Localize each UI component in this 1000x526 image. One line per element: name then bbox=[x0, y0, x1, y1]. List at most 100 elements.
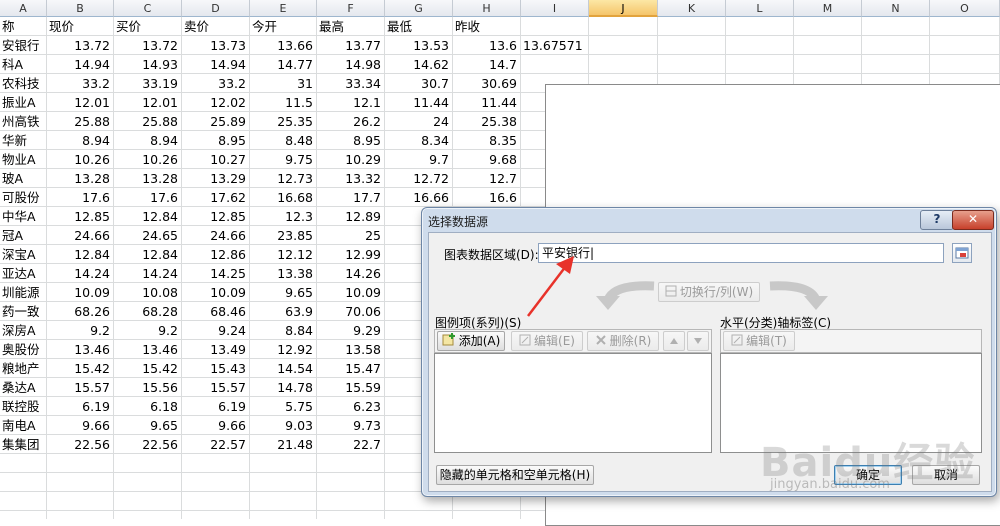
table-cell[interactable]: 14.25 bbox=[182, 264, 250, 283]
table-cell[interactable]: 14.24 bbox=[47, 264, 114, 283]
table-cell[interactable]: 12.85 bbox=[47, 207, 114, 226]
table-cell[interactable]: 21.48 bbox=[250, 435, 317, 454]
table-cell[interactable]: 22.56 bbox=[47, 435, 114, 454]
table-cell[interactable]: 9.65 bbox=[250, 283, 317, 302]
table-cell[interactable]: 25.35 bbox=[250, 112, 317, 131]
table-cell[interactable]: 10.26 bbox=[114, 150, 182, 169]
column-header-C[interactable]: C bbox=[114, 0, 182, 17]
table-cell[interactable]: 9.7 bbox=[385, 150, 453, 169]
table-cell[interactable]: 13.67571 bbox=[521, 36, 589, 55]
table-cell[interactable]: 14.78 bbox=[250, 378, 317, 397]
column-header-I[interactable]: I bbox=[521, 0, 589, 17]
table-cell[interactable]: 华新 bbox=[0, 131, 47, 150]
table-cell[interactable]: 联控股 bbox=[0, 397, 47, 416]
table-cell[interactable]: 13.58 bbox=[317, 340, 385, 359]
table-cell[interactable]: 中华A bbox=[0, 207, 47, 226]
table-cell[interactable]: 10.09 bbox=[317, 283, 385, 302]
add-series-button[interactable]: 添加(A) bbox=[437, 331, 505, 351]
table-cell[interactable]: 9.66 bbox=[47, 416, 114, 435]
table-cell[interactable]: 13.38 bbox=[250, 264, 317, 283]
table-cell[interactable]: 15.43 bbox=[182, 359, 250, 378]
table-cell[interactable]: 24.66 bbox=[47, 226, 114, 245]
column-header-A[interactable]: A bbox=[0, 0, 47, 17]
table-cell[interactable]: 振业A bbox=[0, 93, 47, 112]
edit-series-button[interactable]: 编辑(E) bbox=[511, 331, 583, 351]
table-cell[interactable]: 14.54 bbox=[250, 359, 317, 378]
table-cell[interactable]: 深房A bbox=[0, 321, 47, 340]
header-cell[interactable]: 最高 bbox=[317, 17, 385, 36]
table-cell[interactable]: 24 bbox=[385, 112, 453, 131]
column-header-D[interactable]: D bbox=[182, 0, 250, 17]
table-cell[interactable]: 16.68 bbox=[250, 188, 317, 207]
table-cell[interactable]: 11.44 bbox=[385, 93, 453, 112]
table-cell[interactable]: 68.28 bbox=[114, 302, 182, 321]
table-cell[interactable]: 13.6 bbox=[453, 36, 521, 55]
table-cell[interactable]: 8.95 bbox=[182, 131, 250, 150]
table-cell[interactable]: 9.03 bbox=[250, 416, 317, 435]
table-cell[interactable]: 14.94 bbox=[182, 55, 250, 74]
table-cell[interactable]: 安银行 bbox=[0, 36, 47, 55]
header-cell[interactable]: 称 bbox=[0, 17, 47, 36]
table-cell[interactable]: 11.5 bbox=[250, 93, 317, 112]
table-cell[interactable]: 10.09 bbox=[47, 283, 114, 302]
table-cell[interactable]: 12.85 bbox=[182, 207, 250, 226]
column-header-N[interactable]: N bbox=[862, 0, 930, 17]
table-cell[interactable]: 14.93 bbox=[114, 55, 182, 74]
column-header-K[interactable]: K bbox=[658, 0, 726, 17]
table-cell[interactable]: 14.77 bbox=[250, 55, 317, 74]
header-cell[interactable]: 昨收 bbox=[453, 17, 521, 36]
table-cell[interactable]: 10.26 bbox=[47, 150, 114, 169]
column-header-L[interactable]: L bbox=[726, 0, 794, 17]
table-cell[interactable]: 13.28 bbox=[47, 169, 114, 188]
table-cell[interactable]: 9.73 bbox=[317, 416, 385, 435]
table-cell[interactable]: 15.56 bbox=[114, 378, 182, 397]
table-cell[interactable]: 6.23 bbox=[317, 397, 385, 416]
delete-series-button[interactable]: 删除(R) bbox=[587, 331, 659, 351]
table-cell[interactable]: 12.1 bbox=[317, 93, 385, 112]
table-cell[interactable]: 9.2 bbox=[114, 321, 182, 340]
table-cell[interactable]: 24.66 bbox=[182, 226, 250, 245]
table-cell[interactable]: 9.66 bbox=[182, 416, 250, 435]
table-cell[interactable]: 药一致 bbox=[0, 302, 47, 321]
table-cell[interactable]: 冠A bbox=[0, 226, 47, 245]
table-cell[interactable]: 12.01 bbox=[114, 93, 182, 112]
table-cell[interactable]: 可股份 bbox=[0, 188, 47, 207]
table-cell[interactable]: 13.72 bbox=[114, 36, 182, 55]
header-cell[interactable]: 买价 bbox=[114, 17, 182, 36]
table-cell[interactable]: 玻A bbox=[0, 169, 47, 188]
table-cell[interactable]: 农科技 bbox=[0, 74, 47, 93]
column-header-F[interactable]: F bbox=[317, 0, 385, 17]
table-cell[interactable]: 南电A bbox=[0, 416, 47, 435]
table-cell[interactable]: 集集团 bbox=[0, 435, 47, 454]
table-cell[interactable]: 亚达A bbox=[0, 264, 47, 283]
table-cell[interactable]: 圳能源 bbox=[0, 283, 47, 302]
move-down-button[interactable] bbox=[687, 331, 709, 351]
table-cell[interactable]: 22.57 bbox=[182, 435, 250, 454]
table-cell[interactable]: 25.88 bbox=[114, 112, 182, 131]
table-cell[interactable]: 13.73 bbox=[182, 36, 250, 55]
table-cell[interactable]: 23.85 bbox=[250, 226, 317, 245]
table-cell[interactable]: 13.32 bbox=[317, 169, 385, 188]
table-cell[interactable]: 11.44 bbox=[453, 93, 521, 112]
table-cell[interactable]: 深宝A bbox=[0, 245, 47, 264]
table-cell[interactable]: 12.02 bbox=[182, 93, 250, 112]
move-up-button[interactable] bbox=[663, 331, 685, 351]
table-cell[interactable]: 8.34 bbox=[385, 131, 453, 150]
switch-row-column-button[interactable]: 切换行/列(W) bbox=[658, 282, 760, 302]
table-cell[interactable]: 8.35 bbox=[453, 131, 521, 150]
table-cell[interactable]: 桑达A bbox=[0, 378, 47, 397]
table-cell[interactable]: 13.53 bbox=[385, 36, 453, 55]
table-cell[interactable]: 12.92 bbox=[250, 340, 317, 359]
table-cell[interactable]: 州高铁 bbox=[0, 112, 47, 131]
table-cell[interactable]: 8.94 bbox=[114, 131, 182, 150]
help-button[interactable]: ? bbox=[920, 210, 954, 230]
table-cell[interactable]: 33.2 bbox=[182, 74, 250, 93]
table-cell[interactable]: 30.7 bbox=[385, 74, 453, 93]
table-cell[interactable]: 14.7 bbox=[453, 55, 521, 74]
table-cell[interactable]: 12.84 bbox=[114, 245, 182, 264]
table-cell[interactable]: 8.84 bbox=[250, 321, 317, 340]
table-cell[interactable]: 15.42 bbox=[114, 359, 182, 378]
header-cell[interactable]: 卖价 bbox=[182, 17, 250, 36]
table-cell[interactable]: 33.34 bbox=[317, 74, 385, 93]
table-cell[interactable]: 24.65 bbox=[114, 226, 182, 245]
